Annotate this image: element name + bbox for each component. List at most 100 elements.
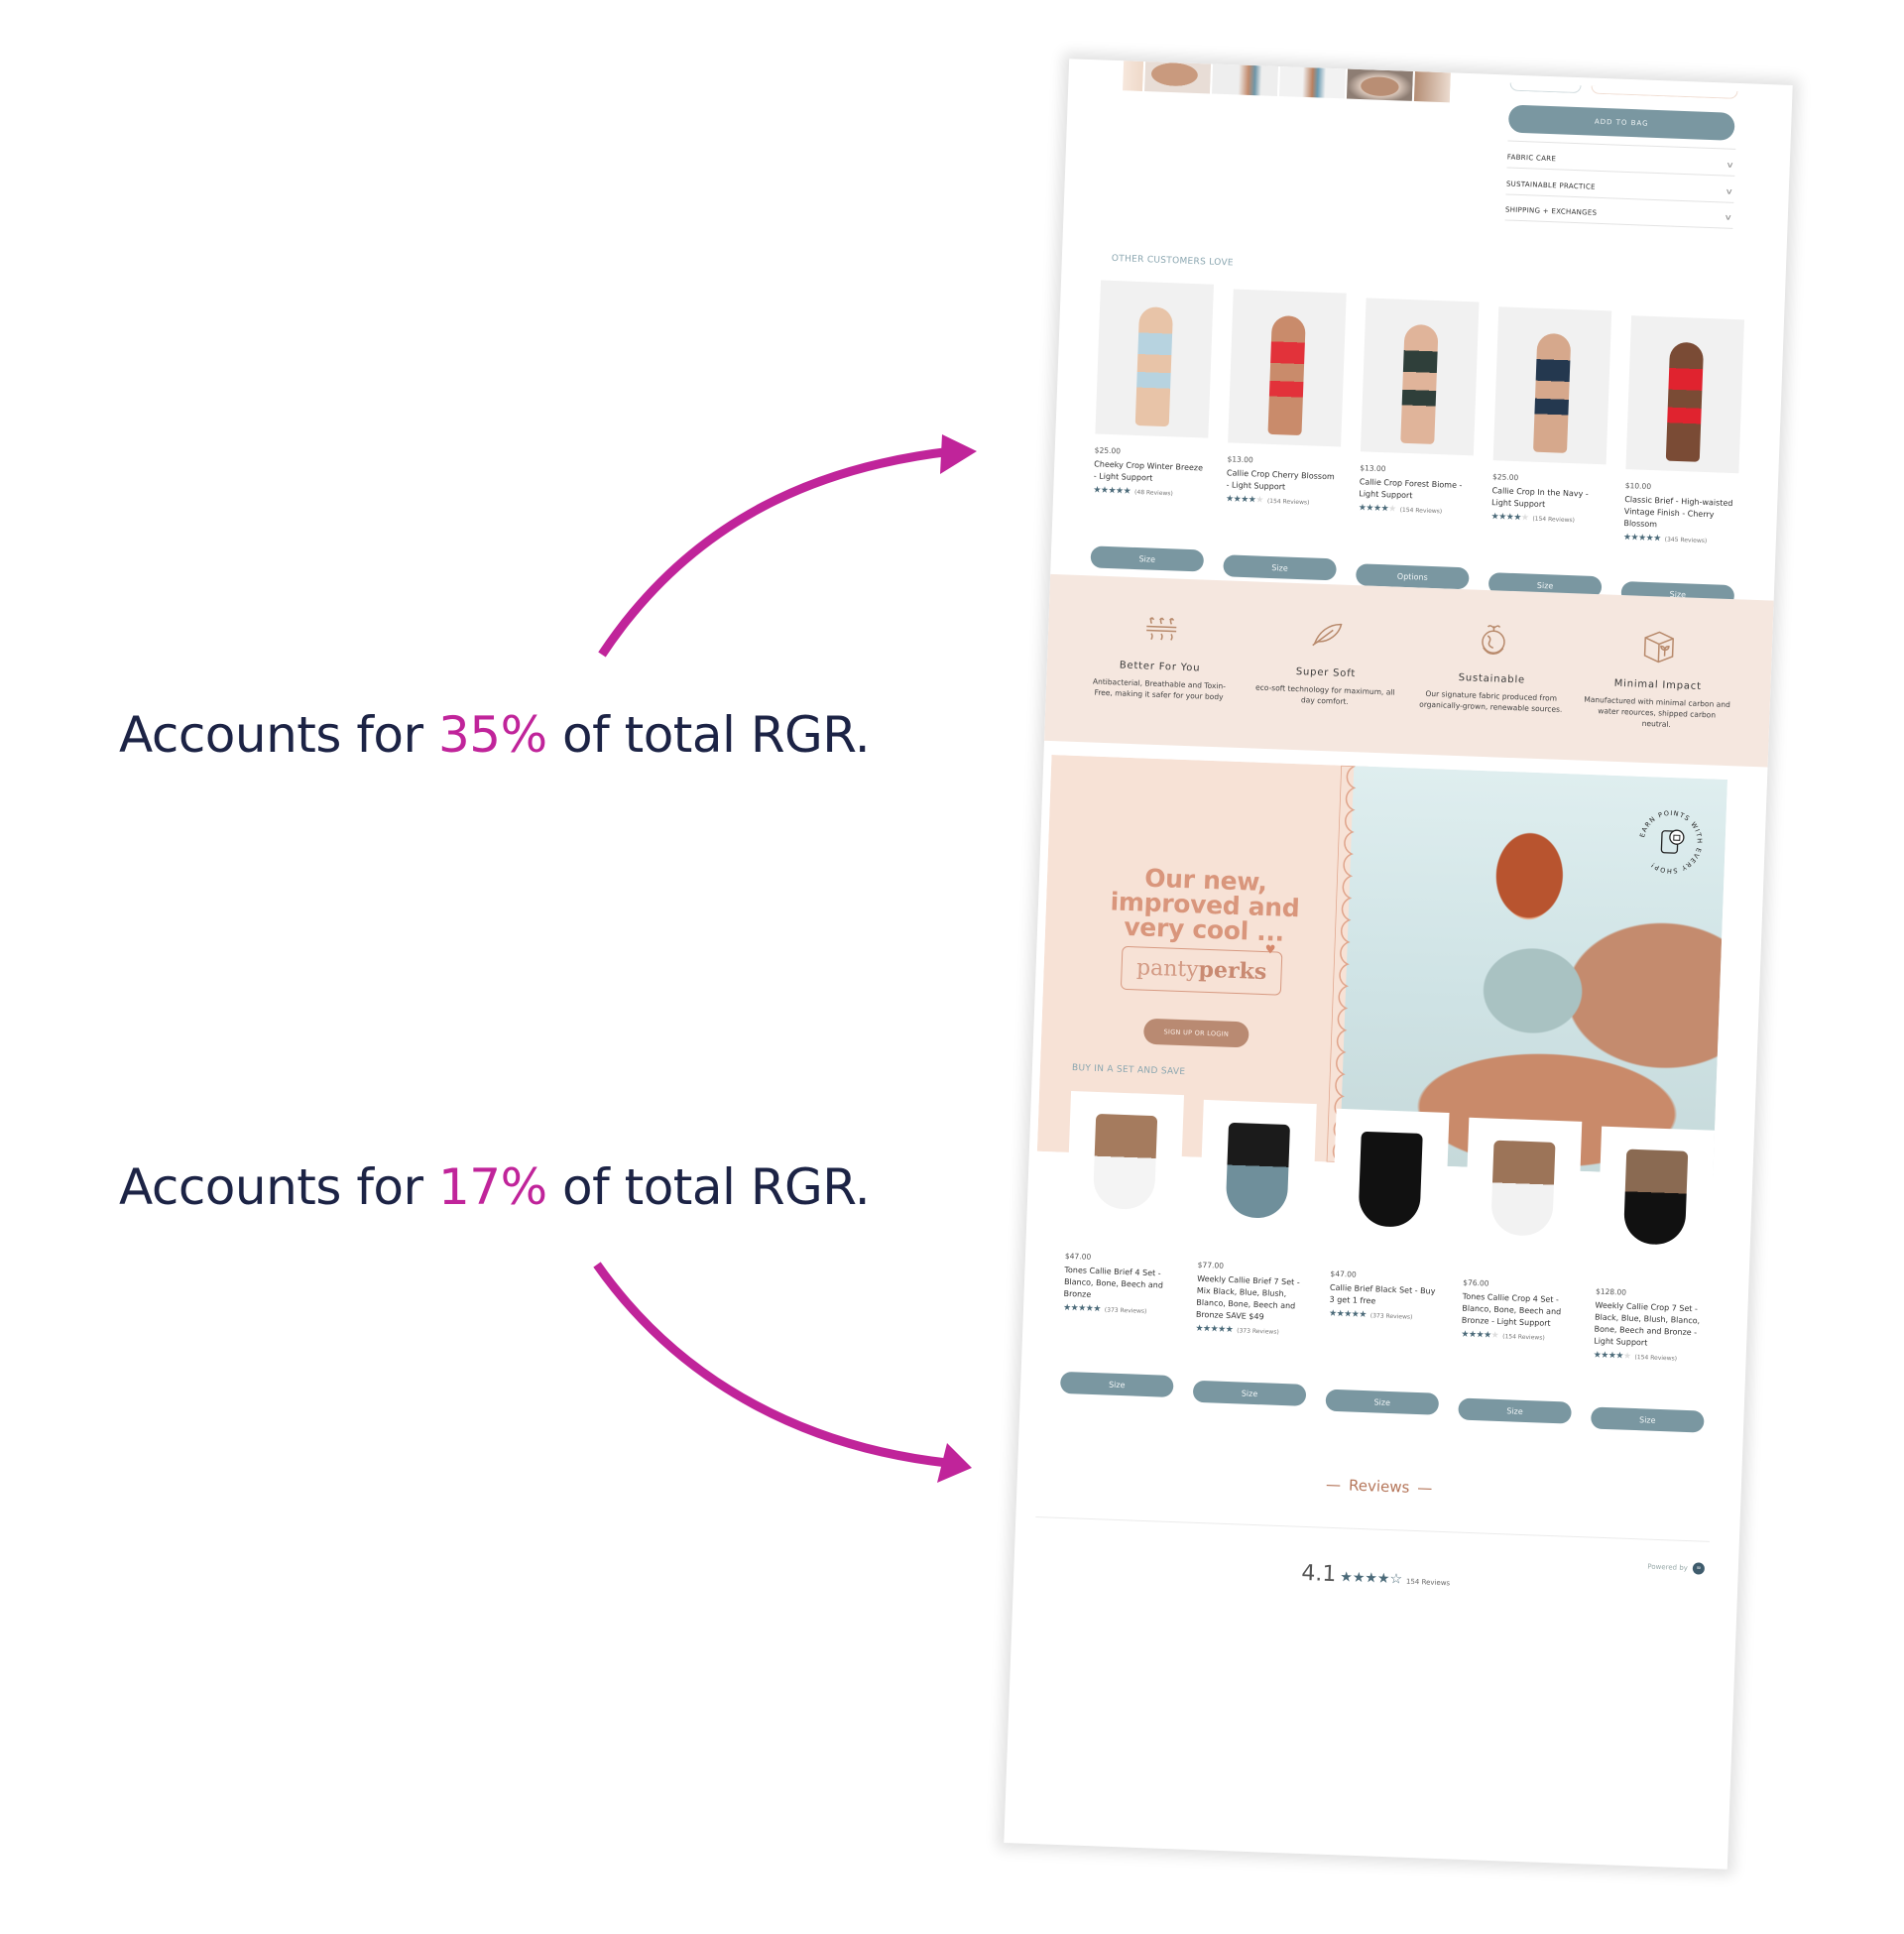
product-name[interactable]: Callie Brief Black Set - Buy 3 get 1 fre… [1329, 1282, 1443, 1310]
review-count[interactable]: (373 Reviews) [1105, 1306, 1147, 1315]
product-card[interactable]: $128.00 Weekly Callie Crop 7 Set - Black… [1590, 1126, 1716, 1433]
product-price: $10.00 [1624, 481, 1652, 492]
product-name[interactable]: Classic Brief - High-waisted Vintage Fin… [1623, 494, 1737, 534]
product-photo [1134, 305, 1174, 427]
product-name[interactable]: Cheeky Crop Winter Breeze - Light Suppor… [1094, 458, 1208, 486]
feather-icon [1312, 623, 1343, 647]
product-image[interactable] [1596, 1126, 1716, 1279]
panty-perks-logo: pantyperks ♥ [1120, 942, 1283, 996]
gallery-thumb[interactable] [1278, 66, 1349, 99]
product-name[interactable]: Callie Crop In the Navy - Light Support [1491, 485, 1606, 513]
product-image[interactable] [1492, 306, 1612, 465]
review-count[interactable]: (154 Reviews) [1634, 1354, 1677, 1363]
gallery-thumb[interactable] [1212, 63, 1281, 97]
arrowhead-down-icon [937, 1443, 972, 1483]
product-price: $47.00 [1330, 1269, 1357, 1279]
product-image[interactable] [1625, 315, 1745, 474]
annotation-17-percent: Accounts for 17% of total RGR. [119, 1158, 871, 1216]
review-count[interactable]: 154 Reviews [1406, 1578, 1450, 1588]
product-rating: ★★★★★ (154 Reviews) [1359, 503, 1472, 517]
size-button[interactable]: Size [1458, 1397, 1572, 1424]
review-count[interactable]: (154 Reviews) [1532, 515, 1575, 524]
quantity-select[interactable] [1591, 85, 1738, 99]
product-name[interactable]: Callie Crop Forest Biome - Light Support [1359, 476, 1473, 504]
review-count[interactable]: (373 Reviews) [1370, 1312, 1413, 1321]
gallery-thumb[interactable] [1123, 60, 1146, 92]
product-rating: ★★★★★ (154 Reviews) [1461, 1330, 1574, 1344]
size-button[interactable]: Size [1192, 1380, 1307, 1406]
rating-stars: ★★★★★ [1622, 533, 1661, 544]
sign-up-or-login-button[interactable]: SIGN UP OR LOGIN [1142, 1018, 1250, 1048]
earn-points-badge: EARN POINTS WITH EVERY SHOP! [1637, 808, 1705, 877]
product-card[interactable]: $13.00 Callie Crop Cherry Blossom - Ligh… [1223, 289, 1347, 581]
review-count[interactable]: (154 Reviews) [1400, 506, 1443, 515]
rating-stars: ★★★★★ [1593, 1350, 1631, 1362]
product-card[interactable]: $47.00 Callie Brief Black Set - Buy 3 ge… [1325, 1108, 1450, 1415]
product-rating: ★★★★★ (373 Reviews) [1329, 1309, 1442, 1323]
product-name[interactable]: Callie Crop Cherry Blossom - Light Suppo… [1226, 467, 1340, 495]
chevron-down-icon: ∨ [1725, 186, 1734, 196]
review-count[interactable]: (154 Reviews) [1267, 497, 1310, 506]
product-card[interactable]: $25.00 Cheeky Crop Winter Breeze - Light… [1090, 280, 1214, 572]
variant-selectors [1509, 82, 1738, 99]
product-image[interactable] [1331, 1108, 1450, 1262]
features-band: Better For You Antibacterial, Breathable… [1044, 573, 1774, 768]
product-card[interactable]: $10.00 Classic Brief - High-waisted Vint… [1620, 315, 1745, 608]
product-accordion: FABRIC CARE ∨ SUSTAINABLE PRACTICE ∨ SHI… [1504, 140, 1736, 229]
review-count[interactable]: (154 Reviews) [1502, 1333, 1545, 1342]
chevron-down-icon: ∨ [1724, 212, 1733, 222]
reviews-provider-logo-icon[interactable]: ∞ [1692, 1562, 1706, 1575]
product-card[interactable]: $76.00 Tones Callie Crop 4 Set - Blanco,… [1458, 1117, 1583, 1424]
product-rating: ★★★★★ (154 Reviews) [1490, 512, 1604, 526]
size-button[interactable]: Size [1223, 554, 1337, 581]
reviews-heading: — Reviews — [1017, 1464, 1741, 1509]
reviews-summary: 4.1 ★★★★☆ 154 Reviews [1013, 1550, 1737, 1602]
product-name[interactable]: Tones Callie Brief 4 Set - Blanco, Bone,… [1063, 1265, 1177, 1304]
product-photo [1665, 341, 1705, 462]
rating-stars: ★★★★★ [1490, 512, 1529, 524]
size-button[interactable]: Size [1590, 1406, 1705, 1433]
variant-select[interactable] [1509, 82, 1582, 94]
product-name[interactable]: Tones Callie Crop 4 Set - Blanco, Bone, … [1462, 1291, 1576, 1331]
product-image[interactable] [1228, 289, 1347, 447]
product-image[interactable] [1463, 1117, 1583, 1270]
product-price: $47.00 [1064, 1251, 1092, 1262]
add-to-bag-button[interactable]: ADD TO BAG [1507, 104, 1735, 141]
review-count[interactable]: (373 Reviews) [1237, 1327, 1279, 1336]
gallery-thumb[interactable] [1346, 68, 1415, 101]
arrow-down-icon [593, 1262, 948, 1468]
annotation-35-percent: Accounts for 35% of total RGR. [119, 706, 871, 764]
product-card[interactable]: $77.00 Weekly Callie Brief 7 Set - Mix B… [1192, 1099, 1317, 1406]
product-photo [1358, 1131, 1423, 1228]
product-price: $128.00 [1595, 1286, 1627, 1297]
review-count[interactable]: (48 Reviews) [1134, 488, 1173, 496]
product-image[interactable] [1360, 298, 1480, 456]
rating-stars: ★★★★★ [1328, 1308, 1368, 1321]
feature-title: Better For You [1119, 660, 1201, 674]
product-rating: ★★★★★ (345 Reviews) [1623, 533, 1736, 546]
feature-minimal-impact: Minimal Impact Manufactured with minimal… [1582, 624, 1734, 732]
product-price: $76.00 [1463, 1277, 1489, 1288]
product-name[interactable]: Weekly Callie Crop 7 Set - Black, Blue, … [1594, 1300, 1709, 1352]
product-image[interactable] [1198, 1099, 1317, 1253]
product-card[interactable]: $25.00 Callie Crop In the Navy - Light S… [1488, 306, 1612, 599]
rating-stars: ★★★★★ [1461, 1329, 1499, 1341]
product-name[interactable]: Weekly Callie Brief 7 Set - Mix Black, B… [1196, 1273, 1311, 1325]
gallery-thumb[interactable] [1413, 71, 1453, 103]
gallery-thumb[interactable] [1144, 61, 1214, 94]
size-button[interactable]: Size [1059, 1371, 1174, 1397]
product-card[interactable]: $13.00 Callie Crop Forest Biome - Light … [1355, 298, 1480, 590]
product-image[interactable] [1095, 280, 1214, 438]
product-rating: ★★★★★ (48 Reviews) [1093, 485, 1206, 499]
divider-dash: — [1417, 1479, 1433, 1498]
rating-stars: ★★★★★ [1358, 503, 1396, 515]
chevron-down-icon: ∨ [1726, 160, 1735, 170]
product-image[interactable] [1065, 1090, 1185, 1245]
review-count[interactable]: (345 Reviews) [1665, 536, 1708, 544]
size-button[interactable]: Size [1325, 1389, 1440, 1415]
product-rating: ★★★★★ (154 Reviews) [1226, 494, 1339, 508]
product-photo [1400, 323, 1439, 444]
size-button[interactable]: Size [1090, 545, 1205, 572]
product-card[interactable]: $47.00 Tones Callie Brief 4 Set - Blanco… [1059, 1090, 1185, 1397]
rating-stars: ★★★★☆ [1340, 1569, 1403, 1588]
